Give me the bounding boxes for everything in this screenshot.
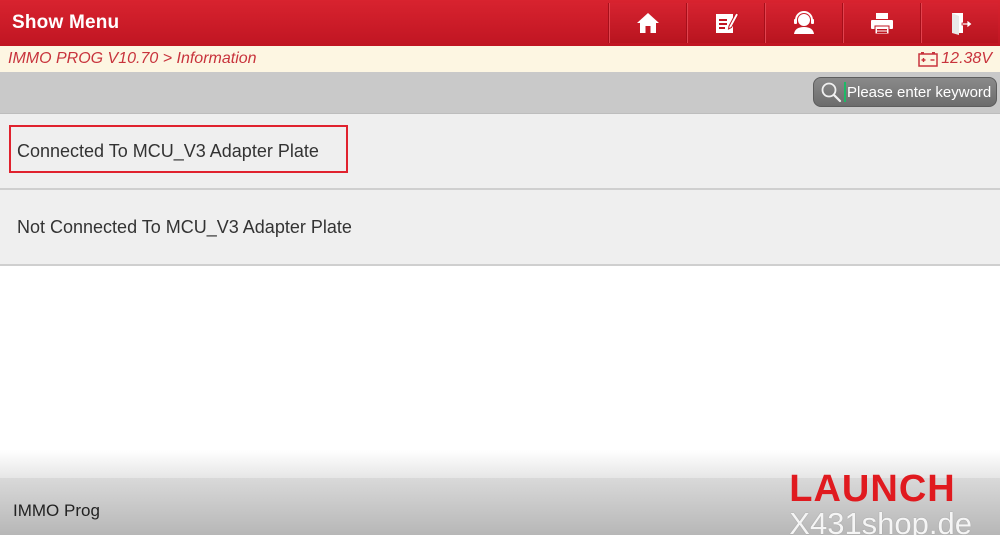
brand-site: X431shop.de (789, 506, 972, 535)
battery-voltage: 12.38V (918, 50, 992, 68)
selection-highlight (9, 125, 348, 173)
list-item-label: Not Connected To MCU_V3 Adapter Plate (17, 216, 352, 237)
brand-logo: LAUNCH (789, 468, 956, 510)
home-button[interactable] (608, 3, 686, 43)
search-input[interactable] (844, 82, 996, 102)
breadcrumb-bar: IMMO PROG V10.70 > Information 12.38V (0, 46, 1000, 72)
report-button[interactable] (686, 3, 764, 43)
breadcrumb: IMMO PROG V10.70 > Information (8, 50, 257, 67)
search-icon (821, 82, 842, 103)
print-button[interactable] (842, 3, 920, 43)
exit-door-icon (951, 13, 973, 35)
remote-support-button[interactable] (764, 3, 842, 43)
brand-watermark: LAUNCH X431shop.de (789, 470, 972, 535)
toolbar (608, 0, 1000, 46)
list-item-connected[interactable]: Connected To MCU_V3 Adapter Plate (0, 114, 1000, 190)
search-box[interactable] (813, 77, 997, 107)
voltage-value: 12.38V (941, 50, 992, 67)
menu-list: Connected To MCU_V3 Adapter Plate Not Co… (0, 114, 1000, 266)
edit-report-icon (715, 12, 739, 33)
page-title: Show Menu (12, 12, 120, 33)
search-bar (0, 72, 1000, 114)
home-icon (636, 13, 659, 33)
support-agent-icon (793, 11, 814, 34)
printer-icon (870, 13, 893, 35)
exit-button[interactable] (920, 3, 998, 43)
footer-label: IMMO Prog (13, 501, 100, 520)
battery-icon (918, 52, 939, 67)
list-item-not-connected[interactable]: Not Connected To MCU_V3 Adapter Plate (0, 190, 1000, 266)
title-bar: Show Menu (0, 0, 1000, 46)
